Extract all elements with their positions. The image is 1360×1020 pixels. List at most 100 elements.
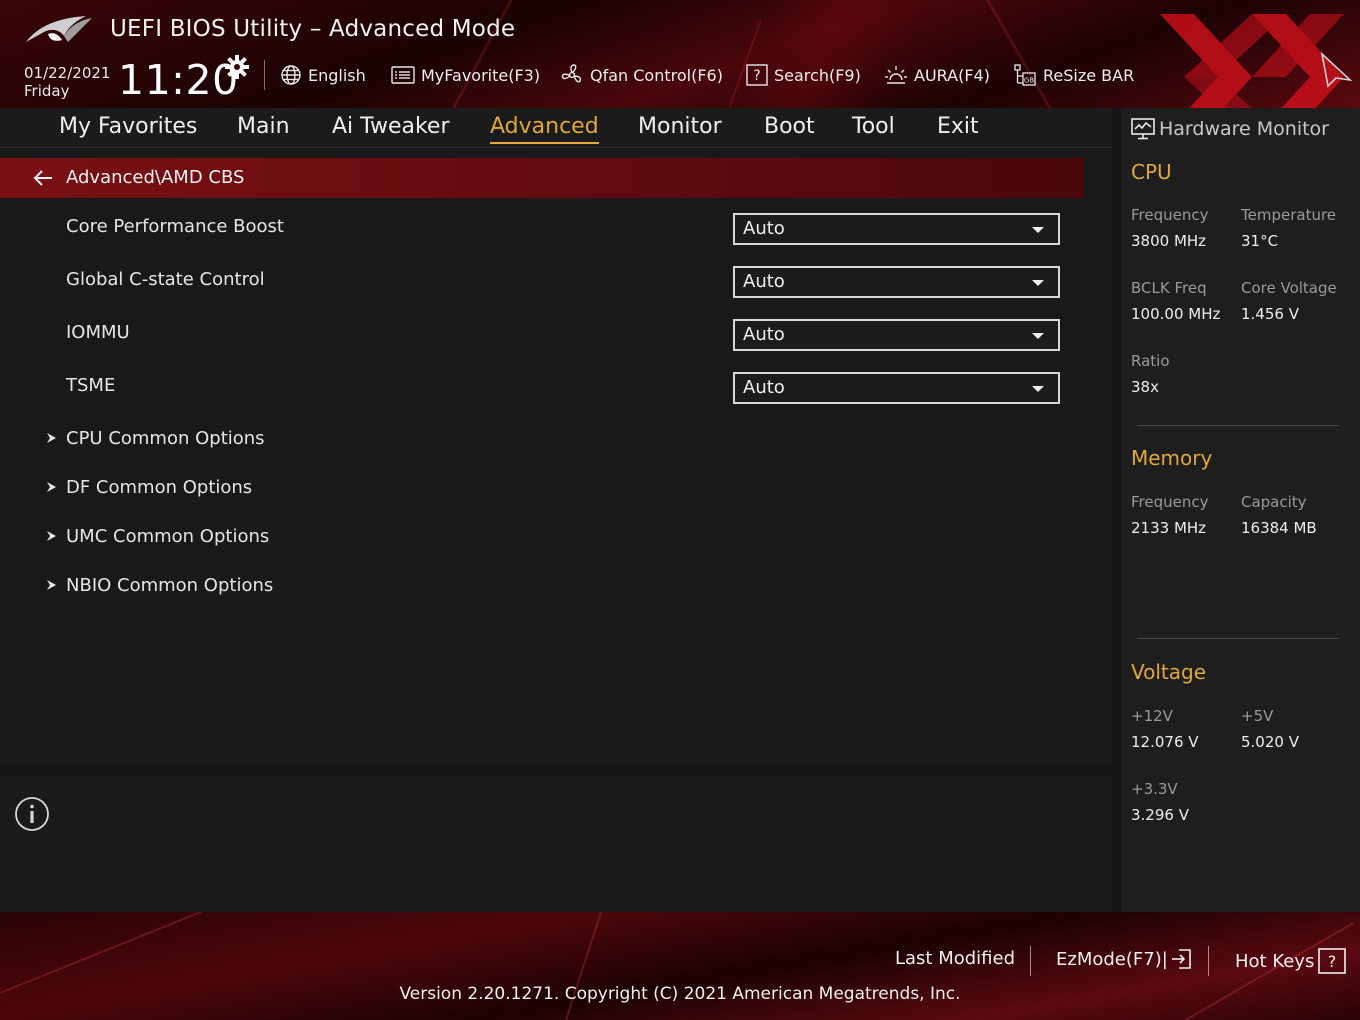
section-divider [1137, 425, 1339, 426]
myfavorite-label: MyFavorite(F3) [421, 65, 541, 85]
header-bar: UEFI BIOS Utility – Advanced Mode 01/22/… [0, 0, 1360, 108]
app-title: UEFI BIOS Utility – Advanced Mode [110, 16, 516, 42]
gear-icon[interactable] [224, 54, 250, 80]
memory-capacity-value: 16384 MB [1241, 519, 1317, 537]
last-modified-button[interactable]: Last Modified [895, 948, 1015, 969]
section-divider [1137, 638, 1339, 639]
footer-divider [1030, 946, 1031, 976]
memory-capacity-label: Capacity [1241, 493, 1307, 511]
v33-label: +3.3V [1131, 780, 1178, 798]
setting-row-iommu: IOMMU Auto [0, 314, 1084, 354]
chevron-right-icon [47, 482, 56, 492]
submenu-nbio-common-options[interactable]: NBIO Common Options [0, 571, 1084, 605]
dropdown-caret-icon [1032, 333, 1044, 339]
settings-panel: Advanced\AMD CBS Core Performance Boost … [0, 148, 1112, 766]
clock-display: 11:20 [118, 56, 239, 104]
hardware-monitor-title: Hardware Monitor [1159, 118, 1329, 140]
bclk-freq-value: 100.00 MHz [1131, 305, 1221, 323]
v5-label: +5V [1241, 707, 1274, 725]
memory-section-title: Memory [1131, 446, 1213, 470]
cpu-section-title: CPU [1131, 160, 1172, 184]
qfan-control-button[interactable]: Qfan Control(F6) [560, 62, 723, 88]
tab-advanced[interactable]: Advanced [490, 112, 599, 144]
bclk-freq-label: BCLK Freq [1131, 279, 1207, 297]
ezmode-label: EzMode(F7)| [1056, 948, 1168, 970]
dropdown-caret-icon [1032, 227, 1044, 233]
global-c-state-control-select[interactable]: Auto [733, 266, 1060, 298]
xx-watermark-icon [1160, 14, 1344, 108]
breadcrumb[interactable]: Advanced\AMD CBS [0, 158, 1084, 198]
submenu-umc-common-options[interactable]: UMC Common Options [0, 522, 1084, 556]
help-info-panel [0, 776, 1112, 912]
mouse-cursor-icon [1320, 52, 1353, 88]
language-button[interactable]: English [280, 62, 366, 88]
setting-label: IOMMU [66, 322, 130, 343]
hot-keys-button[interactable]: Hot Keys ? [1235, 948, 1347, 974]
myfavorite-button[interactable]: MyFavorite(F3) [391, 62, 540, 88]
submenu-df-common-options[interactable]: DF Common Options [0, 473, 1084, 507]
version-copyright: Version 2.20.1271. Copyright (C) 2021 Am… [399, 984, 961, 1004]
tab-main[interactable]: Main [237, 112, 290, 142]
search-help-icon: ? [746, 64, 768, 86]
breadcrumb-path: Advanced\AMD CBS [66, 167, 245, 188]
resize-bar-label: ReSize BAR [1043, 65, 1135, 85]
date-value: 01/22/2021 [24, 64, 111, 82]
back-arrow-icon[interactable] [32, 169, 54, 187]
aura-light-icon [885, 66, 907, 84]
resize-bar-button[interactable]: GB ReSize BAR [1013, 62, 1134, 88]
setting-row-core-performance-boost: Core Performance Boost Auto [0, 208, 1084, 248]
submenu-cpu-common-options[interactable]: CPU Common Options [0, 424, 1084, 458]
tab-my-favorites[interactable]: My Favorites [59, 112, 197, 142]
tab-monitor[interactable]: Monitor [638, 112, 722, 142]
setting-row-global-c-state-control: Global C-state Control Auto [0, 261, 1084, 301]
monitor-icon [1131, 118, 1155, 140]
search-button[interactable]: ? Search(F9) [746, 62, 861, 88]
qfan-control-label: Qfan Control(F6) [590, 65, 723, 85]
tab-boot[interactable]: Boot [764, 112, 815, 142]
submenu-label: UMC Common Options [66, 526, 270, 547]
ezmode-button[interactable]: EzMode(F7)| [1056, 948, 1192, 970]
setting-label: TSME [66, 375, 116, 396]
submenu-label: CPU Common Options [66, 428, 265, 449]
globe-icon [281, 65, 301, 85]
resize-bar-icon: GB [1014, 64, 1036, 86]
v33-value: 3.296 V [1131, 806, 1189, 824]
core-performance-boost-select[interactable]: Auto [733, 213, 1060, 245]
v12-label: +12V [1131, 707, 1173, 725]
tab-ai-tweaker[interactable]: Ai Tweaker [332, 112, 450, 142]
setting-row-tsme: TSME Auto [0, 367, 1084, 407]
cpu-frequency-value: 3800 MHz [1131, 232, 1207, 250]
info-icon [15, 797, 49, 831]
tsme-select[interactable]: Auto [733, 372, 1060, 404]
core-voltage-label: Core Voltage [1241, 279, 1337, 297]
voltage-section-title: Voltage [1131, 660, 1207, 684]
select-value: Auto [743, 324, 785, 345]
chevron-right-icon [47, 433, 56, 443]
hardware-monitor-panel: Hardware Monitor CPU Frequency Temperatu… [1121, 108, 1360, 912]
setting-label: Core Performance Boost [66, 216, 284, 237]
search-label: Search(F9) [774, 65, 861, 85]
memory-frequency-value: 2133 MHz [1131, 519, 1207, 537]
chevron-right-icon [47, 531, 56, 541]
footer-divider [1208, 946, 1209, 976]
help-question-icon: ? [1318, 948, 1347, 974]
iommu-select[interactable]: Auto [733, 319, 1060, 351]
aura-button[interactable]: AURA(F4) [884, 62, 990, 88]
submenu-label: DF Common Options [66, 477, 253, 498]
cpu-temperature-value: 31°C [1241, 232, 1279, 250]
ratio-label: Ratio [1131, 352, 1170, 370]
setting-label: Global C-state Control [66, 269, 265, 290]
tab-exit[interactable]: Exit [937, 112, 979, 142]
svg-text:?: ? [1328, 952, 1337, 971]
favorite-list-icon [391, 66, 415, 84]
svg-text:GB: GB [1024, 77, 1034, 85]
dropdown-caret-icon [1032, 386, 1044, 392]
tab-tool[interactable]: Tool [852, 112, 895, 142]
dropdown-caret-icon [1032, 280, 1044, 286]
rog-logo-icon [26, 16, 92, 42]
exit-to-ezmode-icon [1171, 949, 1191, 969]
v5-value: 5.020 V [1241, 733, 1299, 751]
cpu-frequency-label: Frequency [1131, 206, 1209, 224]
day-value: Friday [24, 82, 70, 100]
header-divider [264, 60, 265, 90]
